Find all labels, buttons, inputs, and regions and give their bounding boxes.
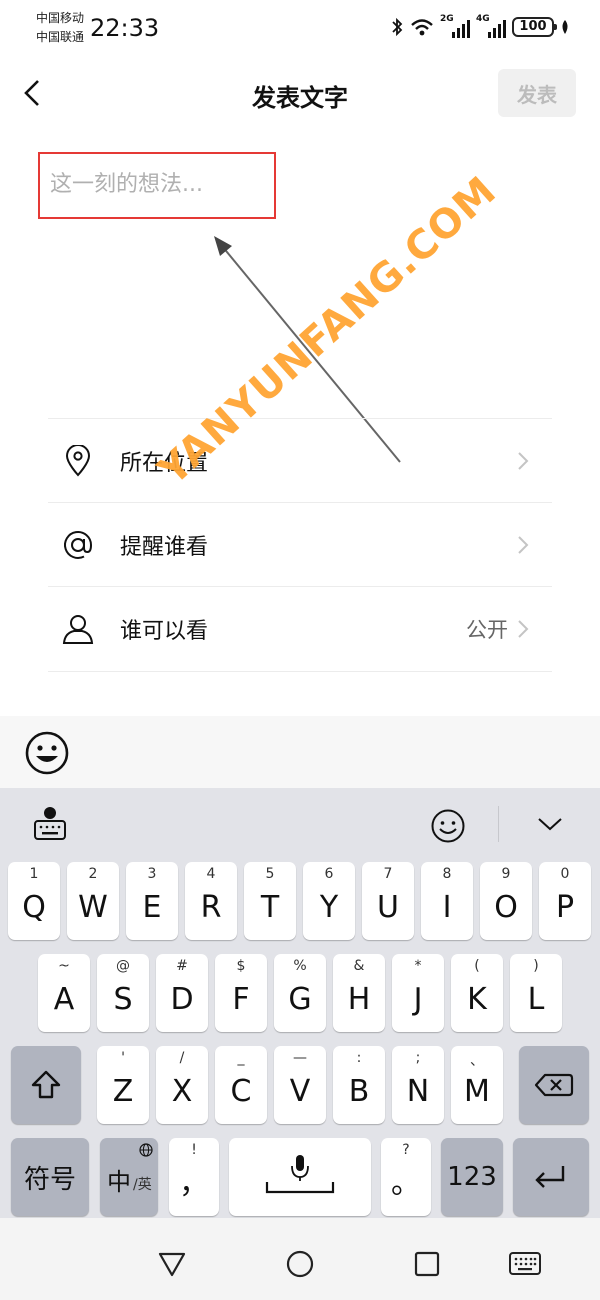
option-value: 公开: [466, 618, 508, 642]
key-g[interactable]: % G: [274, 954, 326, 1032]
nav-back-triangle-icon[interactable]: [157, 1250, 187, 1278]
emoji-smiley-icon[interactable]: [24, 730, 70, 776]
option-location[interactable]: 所在位置: [48, 418, 552, 503]
emoji-toolbar: [0, 716, 600, 788]
key-u[interactable]: 7U: [362, 862, 414, 940]
key-v[interactable]: — V: [274, 1046, 326, 1124]
key-c[interactable]: _ C: [215, 1046, 267, 1124]
key-k[interactable]: (K: [451, 954, 503, 1032]
carrier-1: 中国移动: [36, 11, 85, 25]
key-p[interactable]: 0P: [539, 862, 591, 940]
option-mention[interactable]: 提醒谁看: [48, 502, 552, 587]
backspace-icon: [534, 1073, 574, 1097]
key-n[interactable]: ; N: [392, 1046, 444, 1124]
symbols-label: 符号: [23, 1164, 76, 1195]
key-f[interactable]: $ F: [215, 954, 267, 1032]
nav-recents-square-icon[interactable]: [414, 1251, 440, 1277]
enter-return-icon: [535, 1166, 565, 1188]
symbols-key[interactable]: 符号: [11, 1138, 89, 1216]
option-label: 谁可以看: [120, 619, 209, 644]
key-q[interactable]: 1Q: [8, 862, 60, 940]
chevron-right-icon: [518, 536, 529, 554]
carrier-2: 中国联通: [36, 30, 85, 44]
key-l[interactable]: ) L: [510, 954, 562, 1032]
key-b[interactable]: :B: [333, 1046, 385, 1124]
bluetooth-icon: [392, 17, 403, 37]
toolbar-divider: [498, 806, 499, 842]
option-label: 提醒谁看: [120, 535, 209, 560]
key-a[interactable]: ~ A: [38, 954, 90, 1032]
key-s[interactable]: @ S: [97, 954, 149, 1032]
post-input-container: [38, 152, 276, 219]
shift-key[interactable]: [11, 1046, 81, 1124]
at-sign-icon: [60, 527, 96, 563]
chevron-right-icon: [518, 620, 529, 638]
signal-2g-icon: 2G: [440, 14, 470, 38]
globe-icon: [139, 1143, 153, 1157]
wifi-icon: [411, 19, 433, 36]
publish-button[interactable]: 发表: [498, 69, 576, 117]
shift-arrow-icon: [31, 1070, 61, 1099]
lang-main-label: 中: [107, 1168, 131, 1196]
key-x[interactable]: / X: [156, 1046, 208, 1124]
key-t[interactable]: 5T: [244, 862, 296, 940]
numeric-label: 123: [447, 1162, 497, 1192]
nav-home-circle-icon[interactable]: [286, 1250, 314, 1278]
key-o[interactable]: 9O: [480, 862, 532, 940]
comma-key[interactable]: ! ，: [169, 1138, 219, 1216]
space-key[interactable]: [229, 1138, 371, 1216]
period-key[interactable]: ? 。: [381, 1138, 431, 1216]
key-w[interactable]: 2W: [67, 862, 119, 940]
numeric-key[interactable]: 123: [441, 1138, 503, 1216]
backspace-key[interactable]: [519, 1046, 589, 1124]
key-j[interactable]: * J: [392, 954, 444, 1032]
battery-indicator: 100: [512, 17, 557, 37]
key-z[interactable]: ' Z: [97, 1046, 149, 1124]
chevron-right-icon: [518, 452, 529, 470]
key-i[interactable]: 8I: [421, 862, 473, 940]
key-y[interactable]: 6Y: [303, 862, 355, 940]
emoji-keyboard-icon[interactable]: [430, 808, 466, 844]
nav-keyboard-icon[interactable]: [508, 1251, 542, 1277]
key-r[interactable]: 4R: [185, 862, 237, 940]
key-m[interactable]: 、 M: [451, 1046, 503, 1124]
hide-keyboard-chevron-icon[interactable]: [536, 814, 564, 834]
status-icons: 2G 4G 100: [390, 14, 570, 38]
leaf-icon: [562, 20, 568, 34]
key-h[interactable]: & H: [333, 954, 385, 1032]
status-time: 22:33: [90, 14, 160, 42]
location-pin-icon: [60, 443, 96, 479]
post-text-input[interactable]: [48, 164, 270, 208]
lang-sub-label: /英: [133, 1177, 152, 1193]
microphone-icon: [265, 1155, 335, 1194]
key-d[interactable]: # D: [156, 954, 208, 1032]
enter-key[interactable]: [513, 1138, 589, 1216]
keyboard-settings-icon[interactable]: [32, 806, 68, 842]
signal-4g-icon: 4G: [476, 14, 506, 38]
option-visibility[interactable]: 谁可以看 公开: [48, 586, 552, 672]
person-icon: [60, 611, 96, 647]
language-switch-key[interactable]: 中 /英: [100, 1138, 158, 1216]
key-e[interactable]: 3E: [126, 862, 178, 940]
